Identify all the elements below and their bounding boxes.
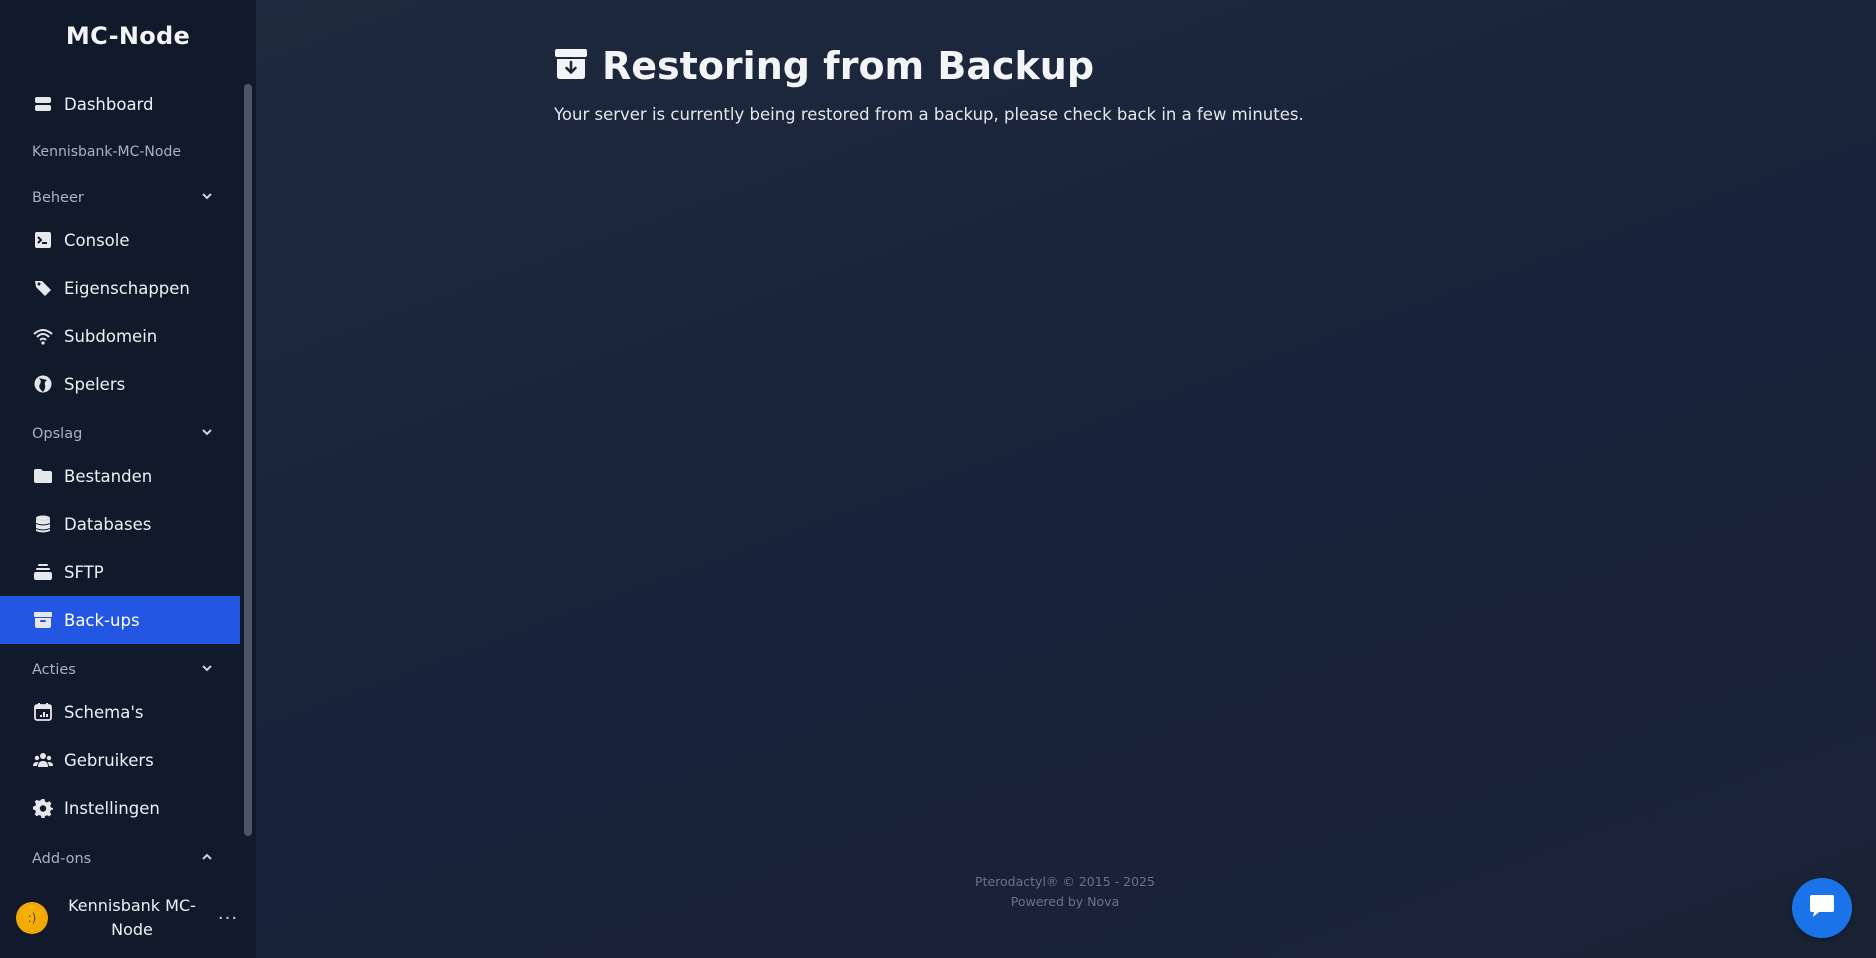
archive-box-icon	[554, 47, 588, 85]
sidebar-item-label: Bestanden	[64, 466, 153, 486]
sidebar-item-databases[interactable]: Databases	[0, 500, 240, 548]
sidebar-item-label: Gebruikers	[64, 750, 154, 770]
page-description: Your server is currently being restored …	[554, 105, 1304, 124]
footer-powered-by[interactable]: Powered by Nova	[900, 892, 1230, 912]
sidebar-scrollbar-thumb[interactable]	[244, 84, 252, 836]
sidebar-item-schemas[interactable]: Schema's	[0, 688, 240, 736]
sidebar-item-label: Databases	[64, 514, 152, 534]
chevron-down-icon[interactable]	[200, 189, 214, 207]
server-stack-icon	[32, 93, 54, 115]
more-options-icon[interactable]: ···	[216, 906, 240, 930]
sidebar-item-instellingen[interactable]: Instellingen	[0, 784, 240, 832]
chevron-up-icon[interactable]	[200, 850, 214, 868]
sidebar: MC-Node Dashboard Kennisbank-MC-Node Beh…	[0, 0, 256, 958]
server-name-label: Kennisbank-MC-Node	[32, 144, 181, 160]
sidebar-item-backups[interactable]: Back-ups	[0, 596, 240, 644]
stack-icon	[32, 561, 54, 583]
gear-icon	[32, 797, 54, 819]
chevron-down-icon[interactable]	[200, 425, 214, 443]
sidebar-item-label: Subdomein	[64, 326, 158, 346]
sidebar-item-label: Schema's	[64, 702, 144, 722]
sidebar-item-dashboard[interactable]: Dashboard	[0, 80, 240, 128]
sidebar-item-label: Console	[64, 230, 130, 250]
smiley-icon: :)	[27, 911, 37, 925]
wifi-icon	[32, 325, 54, 347]
section-opslag[interactable]: Opslag	[32, 420, 214, 448]
section-label: Beheer	[32, 190, 84, 206]
section-acties[interactable]: Acties	[32, 656, 214, 684]
section-label: Acties	[32, 662, 76, 678]
page-header: Restoring from Backup	[554, 44, 1094, 88]
user-name: Kennisbank MC-Node	[68, 896, 196, 939]
sidebar-item-label: SFTP	[64, 562, 104, 582]
tag-icon	[32, 277, 54, 299]
database-icon	[32, 513, 54, 535]
footer-copyright[interactable]: Pterodactyl® © 2015 - 2025	[900, 872, 1230, 892]
section-beheer[interactable]: Beheer	[32, 184, 214, 212]
sidebar-item-spelers[interactable]: Spelers	[0, 360, 240, 408]
sidebar-item-label: Instellingen	[64, 798, 160, 818]
sidebar-scrollbar[interactable]	[244, 84, 252, 836]
footer: Pterodactyl® © 2015 - 2025 Powered by No…	[900, 872, 1230, 912]
brand-logo[interactable]: MC-Node	[0, 22, 256, 50]
sidebar-item-subdomein[interactable]: Subdomein	[0, 312, 240, 360]
avatar[interactable]: :)	[16, 902, 48, 934]
sidebar-item-label: Dashboard	[64, 94, 154, 114]
sidebar-item-gebruikers[interactable]: Gebruikers	[0, 736, 240, 784]
user-bar: :) Kennisbank MC-Node ···	[0, 882, 256, 958]
section-label: Add-ons	[32, 851, 92, 867]
sidebar-item-label: Back-ups	[64, 610, 140, 630]
chevron-down-icon[interactable]	[200, 661, 214, 679]
section-addons[interactable]: Add-ons	[32, 845, 214, 873]
chat-bubble-icon	[1807, 891, 1837, 925]
folder-icon	[32, 465, 54, 487]
section-label: Opslag	[32, 426, 83, 442]
sidebar-item-label: Eigenschappen	[64, 278, 190, 298]
sidebar-item-bestanden[interactable]: Bestanden	[0, 452, 240, 500]
globe-icon	[32, 373, 54, 395]
calendar-icon	[32, 701, 54, 723]
sidebar-item-sftp[interactable]: SFTP	[0, 548, 240, 596]
sidebar-item-console[interactable]: Console	[0, 216, 240, 264]
terminal-icon	[32, 229, 54, 251]
users-icon	[32, 749, 54, 771]
archive-box-icon	[32, 609, 54, 631]
chat-button[interactable]	[1792, 878, 1852, 938]
page-title: Restoring from Backup	[602, 44, 1095, 88]
sidebar-item-label: Spelers	[64, 374, 126, 394]
sidebar-item-eigenschappen[interactable]: Eigenschappen	[0, 264, 240, 312]
